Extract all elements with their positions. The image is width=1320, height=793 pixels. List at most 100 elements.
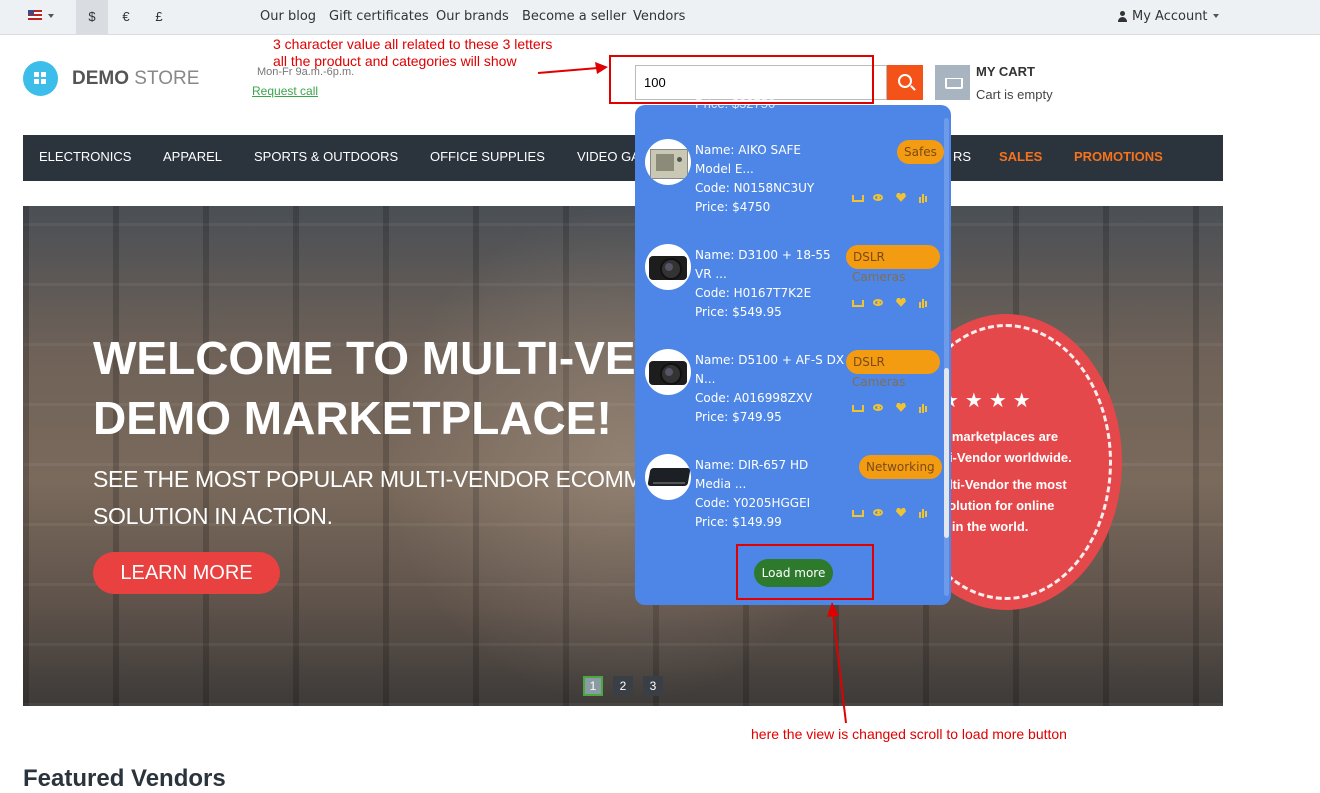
- cart-status: Cart is empty: [976, 87, 1053, 102]
- product-code: Code: Y0205HGGEI: [695, 496, 811, 510]
- product-actions: [851, 189, 939, 207]
- badge-line: s in the world.: [941, 519, 1029, 534]
- banner-heading-line2: DEMO MARKETPLACE!: [93, 392, 612, 444]
- product-price: Price: $549.95: [695, 305, 782, 319]
- link-our-blog[interactable]: Our blog: [260, 0, 316, 34]
- nav-apparel[interactable]: APPAREL: [163, 135, 222, 181]
- chevron-down-icon: [1212, 14, 1219, 18]
- product-name: Name: D5100 + AF-S DX: [695, 353, 845, 367]
- nav-office-supplies[interactable]: OFFICE SUPPLIES: [430, 135, 545, 181]
- compare-icon[interactable]: [917, 403, 929, 413]
- product-thumbnail-safe[interactable]: [645, 139, 691, 185]
- logo-icon[interactable]: [23, 61, 58, 96]
- product-name-cont: Media ...: [695, 477, 747, 491]
- banner-subheading: SEE THE MOST POPULAR MULTI-VENDOR ECOMME…: [93, 461, 658, 535]
- annotation-box-load-more: [736, 544, 874, 600]
- quick-view-icon[interactable]: [873, 298, 885, 308]
- wishlist-icon[interactable]: [895, 508, 907, 518]
- product-actions: [851, 399, 939, 417]
- dropdown-scrollbar-thumb[interactable]: [944, 368, 949, 538]
- banner-sub-line2: SOLUTION IN ACTION.: [93, 503, 333, 529]
- compare-icon[interactable]: [917, 193, 929, 203]
- product-info[interactable]: Name: D3100 + 18-55 VR ... Code: H0167T7…: [695, 246, 831, 322]
- link-our-brands[interactable]: Our brands: [436, 0, 509, 34]
- product-price: Price: $749.95: [695, 410, 782, 424]
- category-label: Networking: [866, 460, 935, 474]
- us-flag-icon[interactable]: [28, 10, 42, 20]
- category-label-cont: Cameras: [852, 270, 906, 284]
- nav-sales[interactable]: SALES: [999, 135, 1042, 181]
- slide-dot-2[interactable]: 2: [613, 676, 633, 696]
- wishlist-icon[interactable]: [895, 193, 907, 203]
- annotation-top: 3 character value all related to these 3…: [273, 36, 552, 70]
- search-icon: [898, 74, 912, 88]
- quick-view-icon[interactable]: [873, 508, 885, 518]
- product-code: Code: H0167T7K2E: [695, 286, 812, 300]
- slide-dot-1[interactable]: 1: [583, 676, 603, 696]
- wishlist-icon[interactable]: [895, 298, 907, 308]
- nav-promotions[interactable]: PROMOTIONS: [1074, 135, 1163, 181]
- add-to-cart-icon[interactable]: [851, 298, 864, 308]
- link-gift-certificates[interactable]: Gift certificates: [329, 0, 429, 34]
- badge-line: ulti-Vendor the most: [941, 477, 1067, 492]
- add-to-cart-icon[interactable]: [851, 193, 864, 203]
- category-label: DSLR: [853, 250, 885, 264]
- nav-partial-item[interactable]: RS: [953, 135, 971, 181]
- compare-icon[interactable]: [917, 298, 929, 308]
- category-badge[interactable]: DSLR Cameras: [846, 245, 940, 284]
- chevron-down-icon[interactable]: [48, 14, 54, 18]
- request-call-link[interactable]: Request call: [252, 84, 318, 98]
- link-vendors[interactable]: Vendors: [633, 0, 685, 34]
- link-become-seller[interactable]: Become a seller: [522, 0, 626, 34]
- product-price: Price: $4750: [695, 200, 771, 214]
- wishlist-icon[interactable]: [895, 403, 907, 413]
- quick-view-icon[interactable]: [873, 403, 885, 413]
- product-thumbnail-router[interactable]: [645, 454, 691, 500]
- badge-line: solution for online: [941, 498, 1055, 513]
- category-badge[interactable]: Networking: [859, 455, 942, 479]
- product-thumbnail-camera[interactable]: [645, 349, 691, 395]
- badge-text-top: 0 marketplaces are lti-Vendor worldwide.: [941, 426, 1072, 468]
- banner-sub-line1: SEE THE MOST POPULAR MULTI-VENDOR ECOMME: [93, 466, 658, 492]
- star-rating-icon: ★★★★: [941, 390, 1037, 412]
- product-info[interactable]: Name: AIKO SAFE Model E... Code: N0158NC…: [695, 141, 814, 217]
- cart-title[interactable]: MY CART: [976, 64, 1035, 79]
- badge-line: lti-Vendor worldwide.: [941, 450, 1072, 465]
- my-account-menu[interactable]: My Account: [1117, 0, 1219, 34]
- nav-electronics[interactable]: ELECTRONICS: [39, 135, 131, 181]
- category-label: Safes: [904, 145, 937, 159]
- category-label: DSLR: [853, 355, 885, 369]
- currency-usd[interactable]: $: [76, 0, 108, 34]
- search-button[interactable]: [887, 65, 923, 100]
- currency-eur[interactable]: €: [110, 0, 142, 34]
- nav-sports-outdoors[interactable]: SPORTS & OUTDOORS: [254, 135, 398, 181]
- annotation-line: all the product and categories will show: [273, 53, 517, 69]
- top-bar: $ € £ Our blog Gift certificates Our bra…: [0, 0, 1320, 35]
- annotation-line: 3 character value all related to these 3…: [273, 36, 553, 52]
- hero-banner[interactable]: WELCOME TO MULTI-VE DEMO MARKETPLACE! SE…: [23, 206, 1223, 706]
- product-name-cont: Model E...: [695, 162, 754, 176]
- quick-view-icon[interactable]: [873, 193, 885, 203]
- logo-primary: DEMO: [72, 68, 129, 89]
- product-info[interactable]: Name: DIR-657 HD Media ... Code: Y0205HG…: [695, 456, 810, 532]
- add-to-cart-icon[interactable]: [851, 403, 864, 413]
- annotation-bottom: here the view is changed scroll to load …: [751, 726, 1067, 742]
- cart-icon[interactable]: [935, 65, 970, 100]
- product-actions: [851, 504, 939, 522]
- product-price: Price: $149.99: [695, 515, 782, 529]
- currency-gbp[interactable]: £: [143, 0, 175, 34]
- add-to-cart-icon[interactable]: [851, 508, 864, 518]
- category-badge[interactable]: DSLR Cameras: [846, 350, 940, 389]
- product-code: Code: N0158NC3UY: [695, 181, 815, 195]
- annotation-box-search: [609, 55, 874, 104]
- logo[interactable]: DEMO STORE: [72, 68, 199, 90]
- nav-video-games[interactable]: VIDEO GA: [577, 135, 640, 181]
- category-badge[interactable]: Safes: [897, 140, 944, 164]
- slide-dot-3[interactable]: 3: [643, 676, 663, 696]
- compare-icon[interactable]: [917, 508, 929, 518]
- product-thumbnail-camera[interactable]: [645, 244, 691, 290]
- product-name-cont: VR ...: [695, 267, 727, 281]
- product-name: Name: D3100 + 18-55: [695, 248, 831, 262]
- learn-more-button[interactable]: LEARN MORE: [93, 552, 280, 594]
- product-info[interactable]: Name: D5100 + AF-S DX N... Code: A016998…: [695, 351, 844, 427]
